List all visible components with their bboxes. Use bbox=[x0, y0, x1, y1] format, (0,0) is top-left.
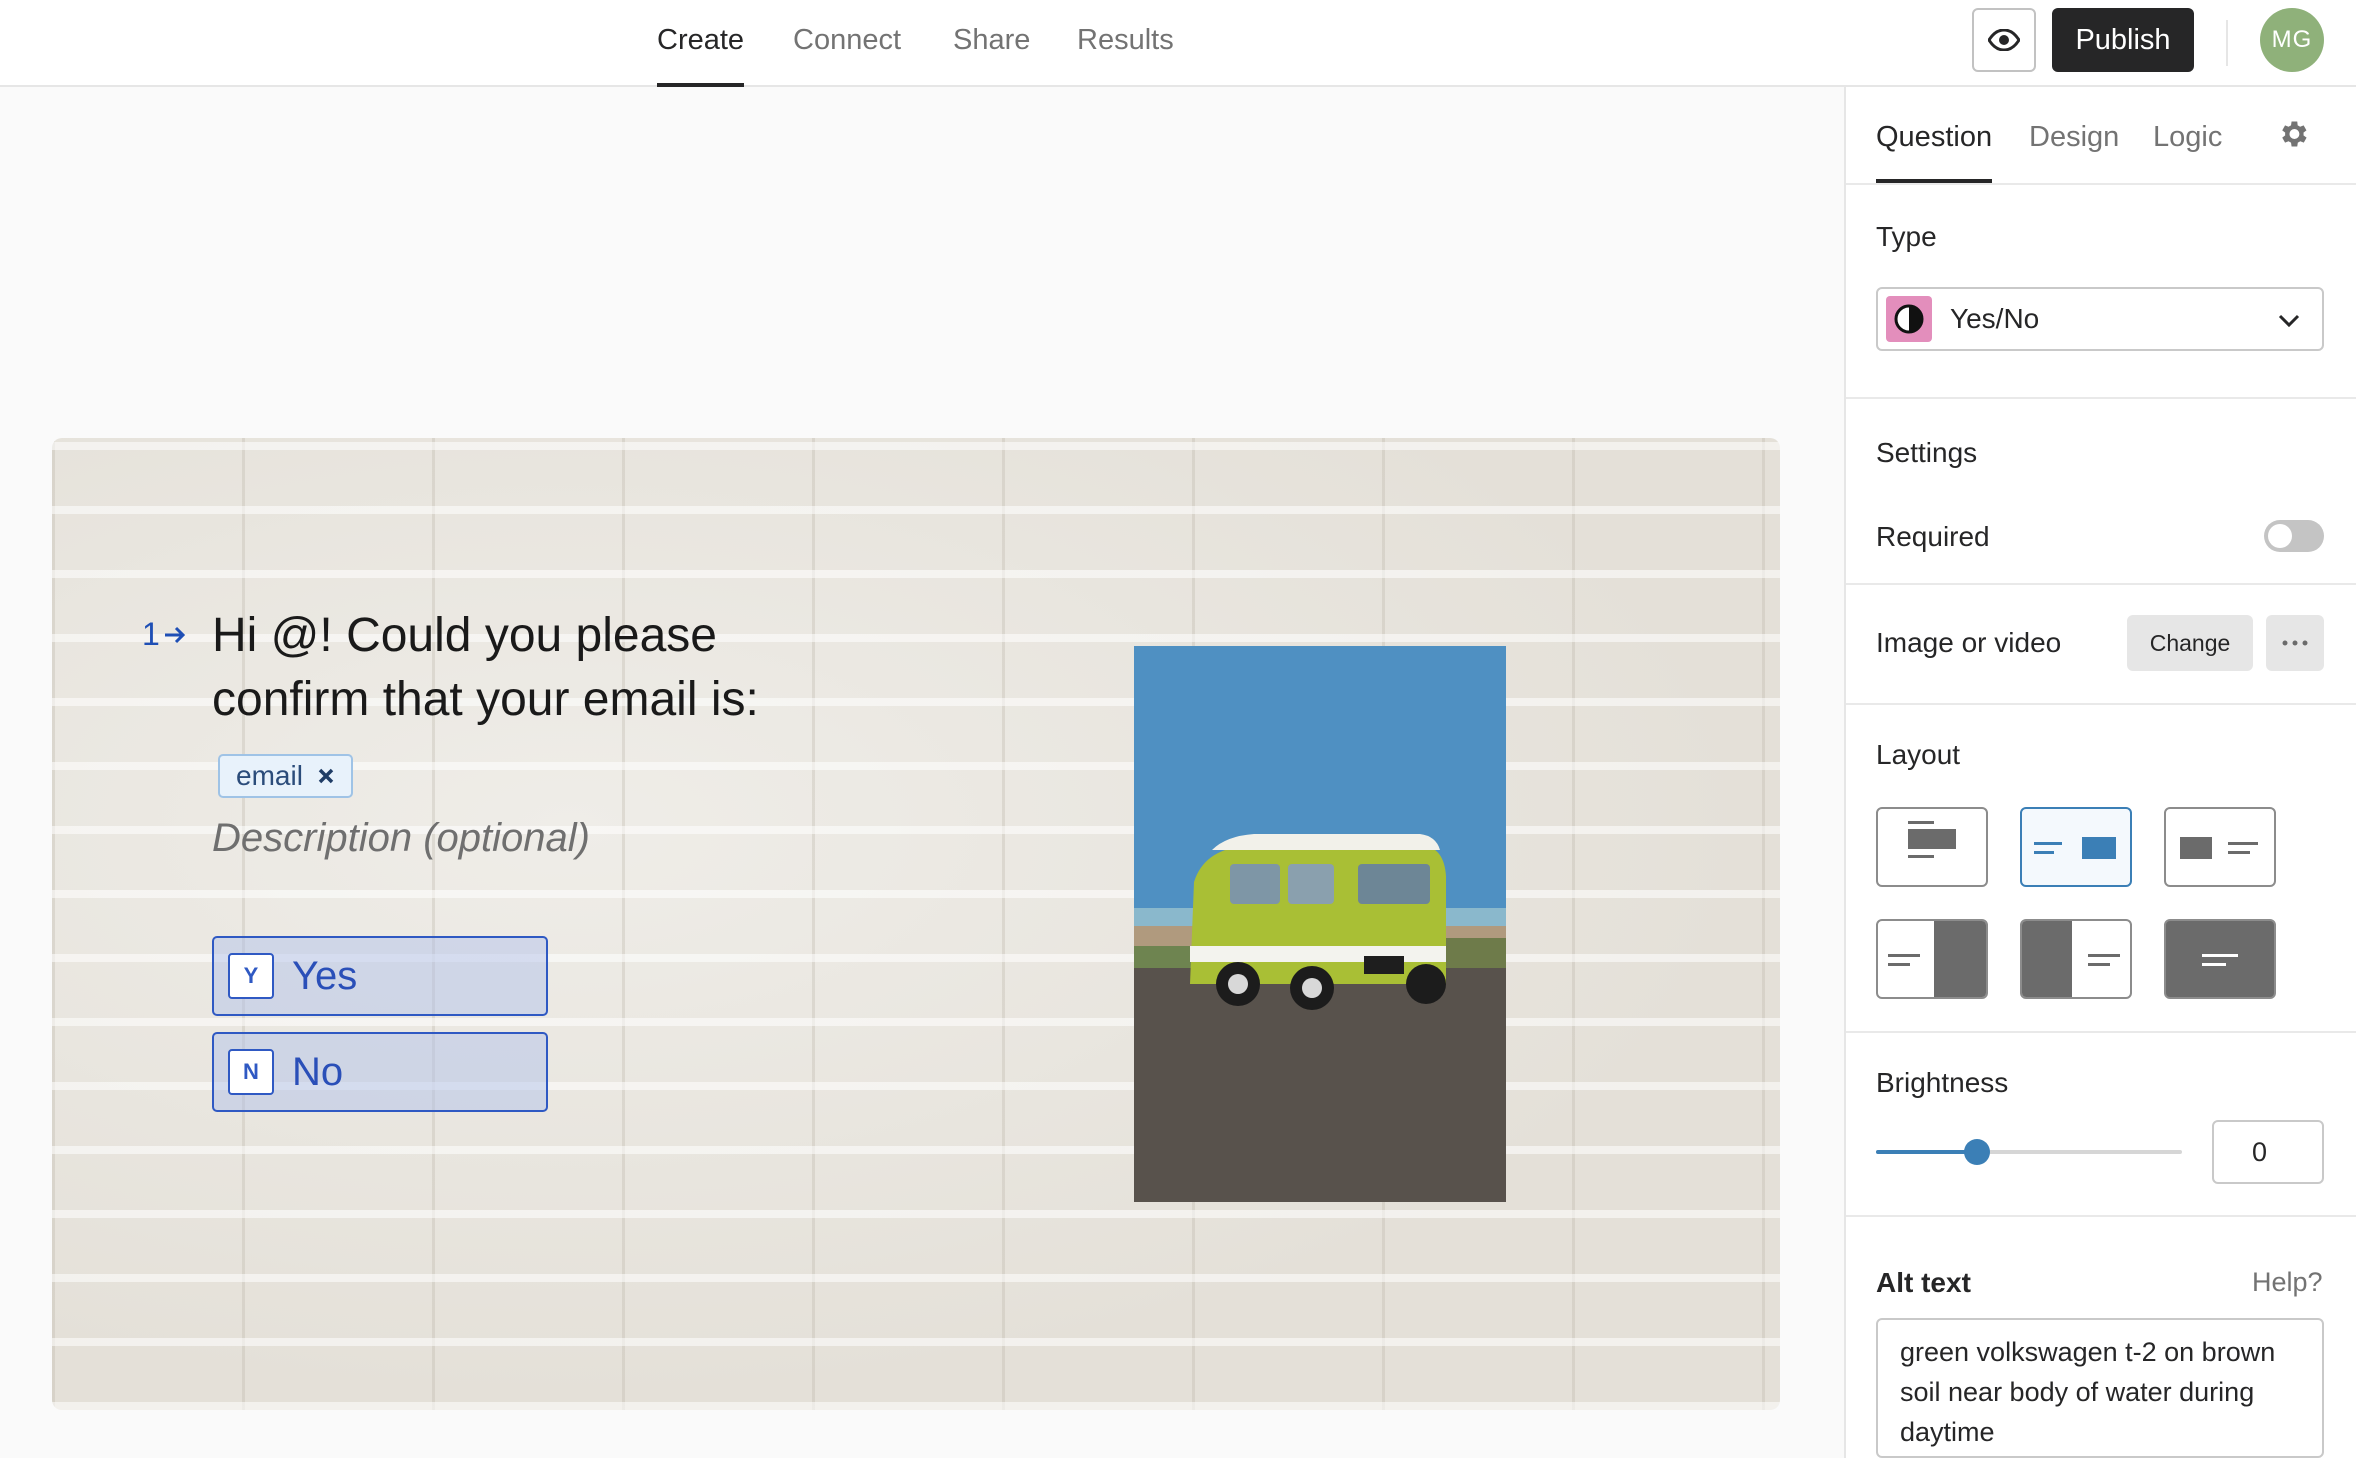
more-dots-icon bbox=[2282, 640, 2308, 646]
gear-icon[interactable] bbox=[2276, 117, 2310, 151]
tab-design[interactable]: Design bbox=[2029, 87, 2119, 183]
divider bbox=[1846, 397, 2356, 399]
question-type-select[interactable]: Yes/No bbox=[1876, 287, 2324, 351]
more-options-button[interactable] bbox=[2266, 615, 2324, 671]
yes-no-icon bbox=[1886, 296, 1932, 342]
arrow-right-icon bbox=[164, 626, 185, 643]
divider bbox=[1846, 1215, 2356, 1217]
choice-no[interactable]: N No bbox=[212, 1032, 548, 1112]
layout-thumbnail bbox=[1888, 921, 1986, 997]
question-number-label: 1 bbox=[142, 616, 160, 652]
chevron-down-icon bbox=[2278, 314, 2300, 328]
top-bar: Create Connect Share Results Publish MG bbox=[0, 0, 2356, 87]
brightness-slider[interactable] bbox=[1876, 1139, 2182, 1165]
slider-fill bbox=[1876, 1150, 1977, 1154]
divider bbox=[1846, 583, 2356, 585]
layout-option-split-left[interactable] bbox=[2020, 919, 2132, 999]
choice-key: N bbox=[228, 1049, 274, 1095]
tab-share[interactable]: Share bbox=[953, 0, 1030, 87]
divider bbox=[1846, 183, 2356, 185]
description-placeholder[interactable]: Description (optional) bbox=[212, 816, 590, 861]
settings-heading: Settings bbox=[1876, 437, 1978, 468]
divider bbox=[1846, 1031, 2356, 1033]
layout-option-image-right[interactable] bbox=[2020, 807, 2132, 887]
media-label: Image or video bbox=[1876, 627, 2062, 658]
question-number: 1 bbox=[142, 616, 186, 653]
choice-label: No bbox=[292, 1049, 344, 1094]
preview-button[interactable] bbox=[1972, 8, 2036, 72]
tab-connect[interactable]: Connect bbox=[793, 0, 901, 87]
email-variable-chip[interactable]: email bbox=[218, 754, 353, 798]
question-canvas: 1 Hi @! Could you please confirm that yo… bbox=[52, 438, 1780, 1410]
layout-option-background[interactable] bbox=[2164, 919, 2276, 999]
question-settings-panel: Question Design Logic Type Yes/No Settin… bbox=[1844, 87, 2356, 1458]
type-select-value: Yes/No bbox=[1950, 303, 2040, 334]
layout-thumbnail bbox=[2202, 954, 2238, 966]
publish-button[interactable]: Publish bbox=[2052, 8, 2194, 72]
question-title[interactable]: Hi @! Could you please confirm that your… bbox=[212, 604, 772, 732]
layout-option-image-top[interactable] bbox=[1876, 807, 1988, 887]
layout-heading: Layout bbox=[1876, 739, 1961, 770]
alt-text-heading: Alt text bbox=[1876, 1267, 1971, 1298]
avatar[interactable]: MG bbox=[2260, 8, 2324, 72]
tab-create[interactable]: Create bbox=[657, 0, 745, 87]
brightness-input[interactable] bbox=[2212, 1120, 2324, 1184]
choice-label: Yes bbox=[292, 953, 358, 998]
required-toggle[interactable] bbox=[2264, 520, 2324, 552]
alt-text-help-link[interactable]: Help? bbox=[2252, 1267, 2323, 1298]
layout-thumbnail bbox=[2034, 837, 2116, 859]
type-heading: Type bbox=[1876, 221, 1937, 252]
topbar-divider bbox=[2226, 20, 2228, 66]
choice-key: Y bbox=[228, 953, 274, 999]
tab-question[interactable]: Question bbox=[1876, 87, 1993, 183]
brightness-heading: Brightness bbox=[1876, 1067, 2009, 1098]
divider bbox=[1846, 703, 2356, 705]
close-icon[interactable] bbox=[317, 767, 335, 785]
layout-thumbnail bbox=[1908, 821, 1956, 858]
layout-thumbnail bbox=[2022, 921, 2120, 997]
change-media-button[interactable]: Change bbox=[2127, 615, 2253, 671]
question-image[interactable] bbox=[1134, 646, 1506, 1202]
tab-results[interactable]: Results bbox=[1077, 0, 1174, 87]
tab-logic[interactable]: Logic bbox=[2153, 87, 2222, 183]
required-label: Required bbox=[1876, 521, 1990, 552]
layout-option-image-left[interactable] bbox=[2164, 807, 2276, 887]
choice-yes[interactable]: Y Yes bbox=[212, 936, 548, 1016]
layout-thumbnail bbox=[2180, 837, 2258, 859]
van-illustration bbox=[1134, 646, 1506, 1202]
slider-thumb[interactable] bbox=[1963, 1139, 1990, 1165]
layout-option-split-right[interactable] bbox=[1876, 919, 1988, 999]
alt-text-field[interactable]: green volkswagen t-2 on brown soil near … bbox=[1876, 1318, 2324, 1458]
variable-chip-label: email bbox=[236, 760, 303, 791]
eye-icon bbox=[1988, 29, 2020, 51]
